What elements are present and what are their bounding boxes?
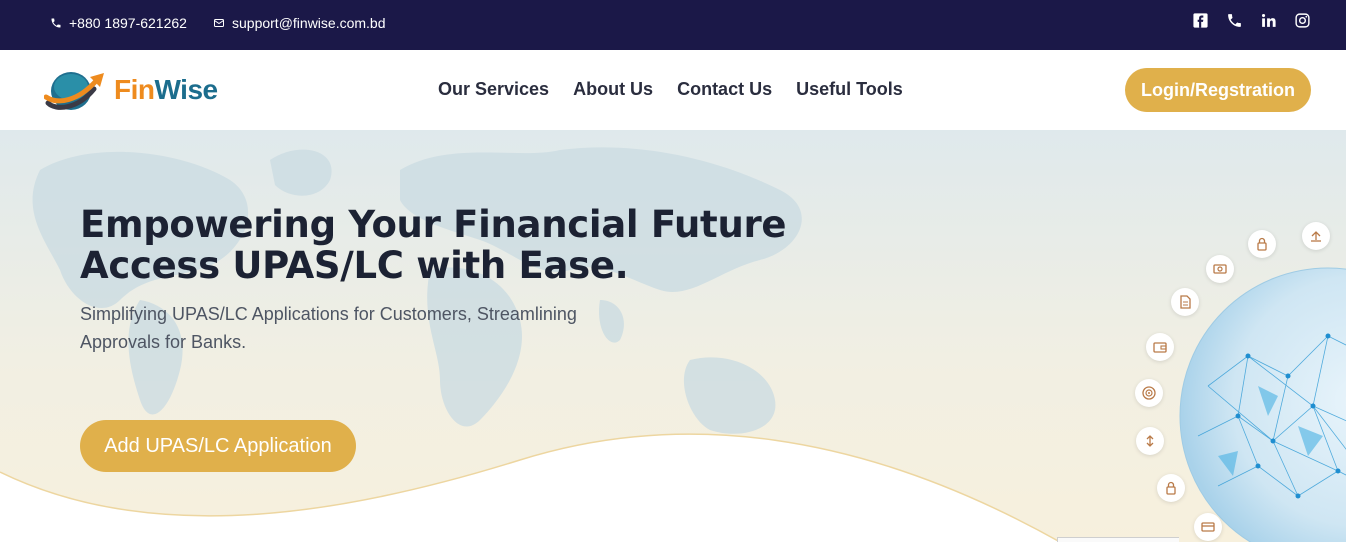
phone-icon[interactable] bbox=[1224, 10, 1244, 30]
instagram-icon[interactable] bbox=[1292, 10, 1312, 30]
upload-arrow-icon bbox=[1302, 222, 1330, 250]
main-nav: Our Services About Us Contact Us Useful … bbox=[438, 79, 903, 100]
email-contact[interactable]: support@finwise.com.bd bbox=[213, 15, 386, 31]
add-upas-lc-application-button[interactable]: Add UPAS/LC Application bbox=[80, 420, 356, 472]
bottom-widget-edge bbox=[1057, 537, 1179, 542]
nav-our-services[interactable]: Our Services bbox=[438, 79, 549, 100]
brand-wise: Wise bbox=[154, 74, 219, 105]
cash-icon bbox=[1206, 255, 1234, 283]
phone-icon bbox=[51, 18, 61, 28]
network-globe bbox=[1179, 267, 1346, 542]
hero-section: Empowering Your Financial Future Access … bbox=[0, 130, 1346, 542]
transfer-arrow-icon bbox=[1136, 427, 1164, 455]
phone-contact[interactable]: +880 1897-621262 bbox=[50, 15, 187, 31]
linkedin-icon[interactable] bbox=[1258, 10, 1278, 30]
email-address: support@finwise.com.bd bbox=[232, 15, 386, 31]
secure-lock-icon bbox=[1157, 474, 1185, 502]
mail-icon bbox=[214, 19, 224, 27]
headline-line-2: Access UPAS/LC with Ease. bbox=[80, 244, 629, 287]
logo-globe-icon bbox=[44, 72, 104, 110]
headline-line-1: Empowering Your Financial Future bbox=[80, 203, 787, 246]
nav-about-us[interactable]: About Us bbox=[573, 79, 653, 100]
document-icon bbox=[1171, 288, 1199, 316]
hero-subtext: Simplifying UPAS/LC Applications for Cus… bbox=[80, 304, 577, 352]
facebook-icon[interactable] bbox=[1190, 10, 1210, 30]
target-icon bbox=[1135, 379, 1163, 407]
nav-useful-tools[interactable]: Useful Tools bbox=[796, 79, 903, 100]
phone-number: +880 1897-621262 bbox=[69, 15, 187, 31]
globe-illustration bbox=[1120, 210, 1346, 542]
hero-headline: Empowering Your Financial Future Access … bbox=[80, 203, 787, 287]
card-icon bbox=[1194, 513, 1222, 541]
brand-name: FinWise bbox=[114, 74, 218, 106]
login-registration-button[interactable]: Login/Regstration bbox=[1125, 68, 1311, 112]
wallet-icon bbox=[1146, 333, 1174, 361]
nav-contact-us[interactable]: Contact Us bbox=[677, 79, 772, 100]
top-bar: +880 1897-621262 support@finwise.com.bd bbox=[0, 0, 1346, 50]
brand-fin: Fin bbox=[114, 74, 155, 105]
lock-icon bbox=[1248, 230, 1276, 258]
main-header: FinWise Our Services About Us Contact Us… bbox=[0, 50, 1346, 130]
finwise-logo[interactable]: FinWise bbox=[44, 67, 218, 113]
